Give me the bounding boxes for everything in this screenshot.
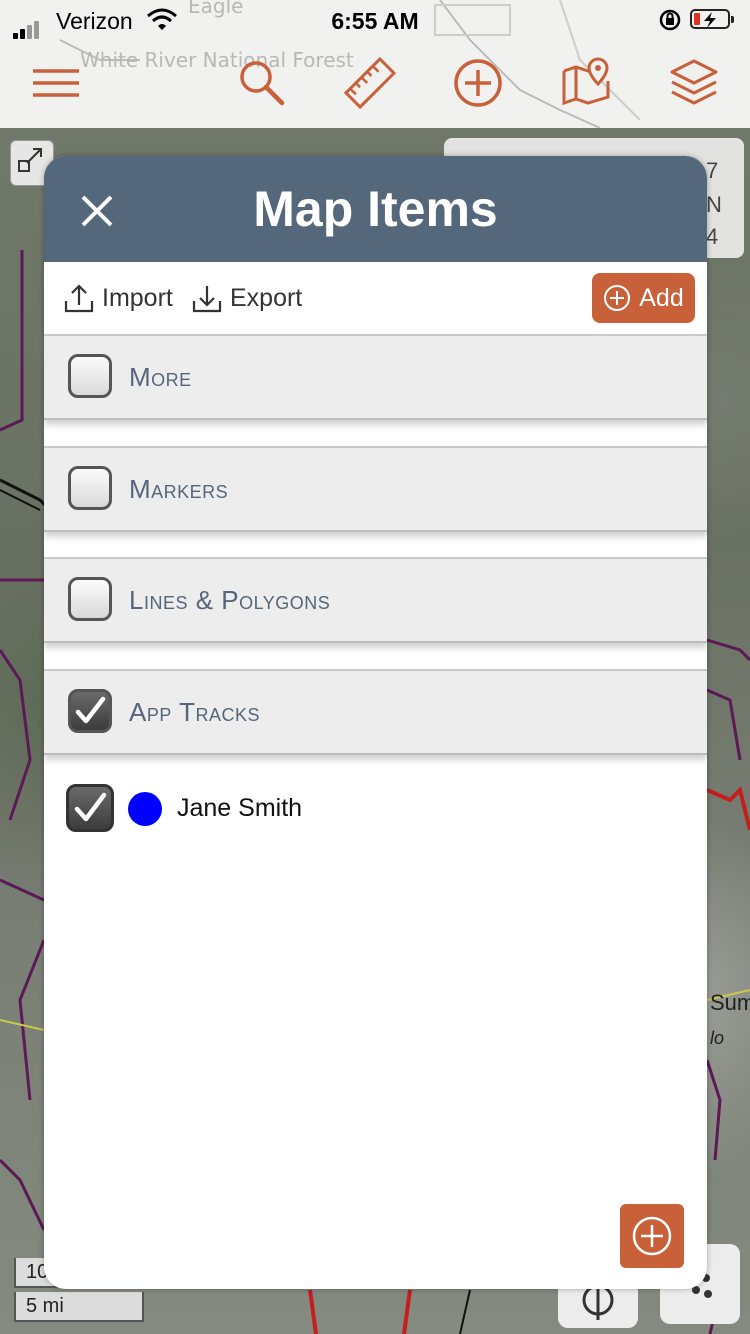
import-label: Import [102, 283, 173, 312]
modal-actions-bar: Import Export Add [44, 262, 707, 334]
section-more-label: More [129, 362, 192, 392]
section-app-tracks[interactable]: App Tracks [44, 669, 707, 755]
map-marker-icon[interactable] [551, 48, 621, 118]
map-items-modal: Map Items Import Export Add More Markers… [44, 156, 707, 1289]
map-info-text-1: 7 [706, 158, 719, 183]
upload-icon [64, 284, 94, 313]
floating-add-button[interactable] [620, 1204, 684, 1268]
section-lines-polygons-label: Lines & Polygons [129, 585, 331, 615]
checkmark-icon [75, 696, 106, 724]
layers-icon[interactable] [659, 48, 729, 118]
map-toolbar [0, 48, 750, 120]
map-place-label-sum: Sum [710, 990, 750, 1015]
track-name: Jane Smith [177, 794, 303, 822]
menu-icon[interactable] [21, 48, 91, 118]
ruler-icon[interactable] [335, 48, 405, 118]
track-checkbox[interactable] [66, 784, 114, 832]
track-color-dot [128, 792, 162, 826]
rotation-lock-icon [658, 8, 682, 38]
download-icon [192, 286, 222, 313]
checkmark-icon [74, 792, 107, 822]
search-icon[interactable] [227, 48, 297, 118]
section-lines-polygons-checkbox[interactable] [68, 577, 112, 621]
close-button[interactable] [74, 188, 120, 234]
section-markers[interactable]: Markers [44, 446, 707, 532]
battery-icon [690, 9, 734, 29]
section-app-tracks-label: App Tracks [129, 697, 261, 727]
add-circle-icon[interactable] [443, 48, 513, 118]
add-label: Add [639, 283, 684, 312]
section-app-tracks-checkbox[interactable] [68, 689, 112, 733]
section-markers-checkbox[interactable] [68, 466, 112, 510]
export-label: Export [230, 283, 303, 312]
add-circle-icon [632, 1216, 672, 1256]
section-markers-label: Markers [129, 474, 229, 504]
section-lines-polygons[interactable]: Lines & Polygons [44, 557, 707, 643]
add-button[interactable]: Add [592, 273, 695, 323]
modal-header: Map Items [44, 156, 707, 262]
add-circle-icon [604, 285, 631, 311]
map-place-label-lo: lo [710, 1028, 725, 1048]
map-info-text-2: N [706, 192, 722, 217]
scale-bottom-label: 5 mi [14, 1292, 144, 1322]
import-button[interactable]: Import [64, 262, 173, 334]
map-info-text-3: 4 [706, 224, 719, 249]
close-icon [81, 195, 113, 227]
section-more-checkbox[interactable] [68, 354, 112, 398]
section-more[interactable]: More [44, 334, 707, 420]
export-button[interactable]: Export [192, 262, 302, 334]
list-item[interactable]: Jane Smith [44, 760, 707, 850]
status-time: 6:55 AM [331, 8, 419, 34]
status-bar: Verizon 6:55 AM [0, 0, 750, 40]
modal-title: Map Items [253, 181, 498, 237]
